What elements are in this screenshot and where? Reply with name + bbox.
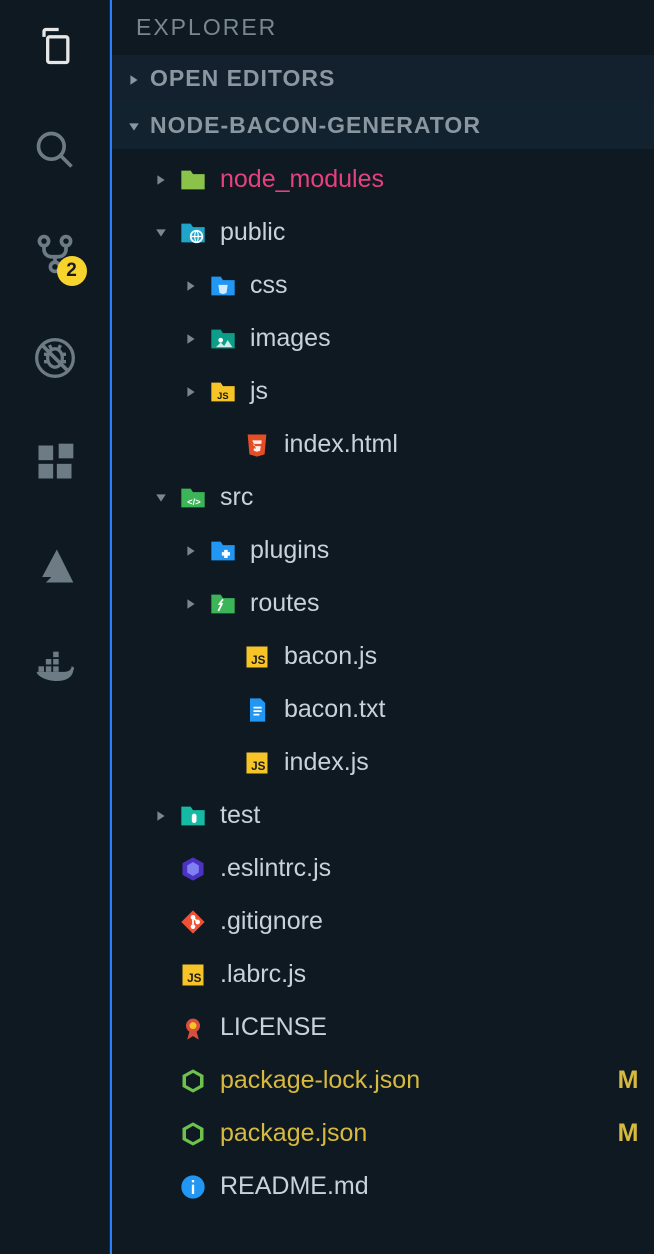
open-editors-label: OPEN EDITORS xyxy=(150,65,335,92)
chevron-right-icon xyxy=(182,545,200,557)
tree-label: index.html xyxy=(284,430,642,459)
tree-label: LICENSE xyxy=(220,1013,642,1042)
svg-text:JS: JS xyxy=(217,391,228,401)
tree-folder-public[interactable]: public xyxy=(112,206,654,259)
tree-label: test xyxy=(220,801,642,830)
txt-file-icon xyxy=(242,695,272,725)
chevron-down-icon xyxy=(152,227,170,239)
search-activity-icon[interactable] xyxy=(27,122,83,178)
folder-images-icon xyxy=(208,324,238,354)
chevron-down-icon xyxy=(128,112,140,139)
tree-label: bacon.txt xyxy=(284,695,642,724)
tree-folder-css[interactable]: css xyxy=(112,259,654,312)
tree-folder-images[interactable]: images xyxy=(112,312,654,365)
tree-label: public xyxy=(220,218,642,247)
tree-folder-test[interactable]: test xyxy=(112,789,654,842)
tree-label: .gitignore xyxy=(220,907,642,936)
tree-label: images xyxy=(250,324,642,353)
project-label: NODE-BACON-GENERATOR xyxy=(150,112,481,139)
git-status-modified: M xyxy=(614,1119,642,1148)
project-section[interactable]: NODE-BACON-GENERATOR xyxy=(112,102,654,149)
tree-file-readme[interactable]: README.md xyxy=(112,1160,654,1213)
tree-file-bacon-js[interactable]: JS bacon.js xyxy=(112,630,654,683)
tree-file-labrc[interactable]: JS .labrc.js xyxy=(112,948,654,1001)
tree-label: .eslintrc.js xyxy=(220,854,642,883)
tree-file-license[interactable]: LICENSE xyxy=(112,1001,654,1054)
svg-text:JS: JS xyxy=(251,760,265,773)
tree-file-package-lock[interactable]: package-lock.json M xyxy=(112,1054,654,1107)
js-file-icon: JS xyxy=(178,960,208,990)
tree-label: js xyxy=(250,377,642,406)
chevron-right-icon xyxy=(182,598,200,610)
tree-label: bacon.js xyxy=(284,642,642,671)
chevron-right-icon xyxy=(182,333,200,345)
js-file-icon: JS xyxy=(242,748,272,778)
tree-folder-src[interactable]: </> src xyxy=(112,471,654,524)
activity-bar: 2 xyxy=(0,0,110,1254)
folder-routes-icon xyxy=(208,589,238,619)
git-file-icon xyxy=(178,907,208,937)
chevron-down-icon xyxy=(152,492,170,504)
tree-label: css xyxy=(250,271,642,300)
debug-activity-icon[interactable] xyxy=(27,330,83,386)
open-editors-section[interactable]: OPEN EDITORS xyxy=(112,55,654,102)
docker-activity-icon[interactable] xyxy=(27,642,83,698)
tree-file-index-js[interactable]: JS index.js xyxy=(112,736,654,789)
svg-text:JS: JS xyxy=(187,972,201,985)
chevron-right-icon xyxy=(182,280,200,292)
tree-file-index-html[interactable]: index.html xyxy=(112,418,654,471)
svg-text:JS: JS xyxy=(251,654,265,667)
readme-file-icon xyxy=(178,1172,208,1202)
tree-folder-js[interactable]: JS js xyxy=(112,365,654,418)
svg-text:</>: </> xyxy=(187,497,201,507)
tree-label: routes xyxy=(250,589,642,618)
file-tree: node_modules public css images JS js ind… xyxy=(112,149,654,1213)
tree-label: README.md xyxy=(220,1172,642,1201)
tree-folder-node-modules[interactable]: node_modules xyxy=(112,153,654,206)
html-file-icon xyxy=(242,430,272,460)
eslint-file-icon xyxy=(178,854,208,884)
chevron-right-icon xyxy=(128,65,140,92)
nodejs-file-icon xyxy=(178,1119,208,1149)
tree-file-package-json[interactable]: package.json M xyxy=(112,1107,654,1160)
chevron-right-icon xyxy=(182,386,200,398)
tree-label: .labrc.js xyxy=(220,960,642,989)
tree-file-bacon-txt[interactable]: bacon.txt xyxy=(112,683,654,736)
source-control-activity-icon[interactable]: 2 xyxy=(27,226,83,282)
tree-folder-routes[interactable]: routes xyxy=(112,577,654,630)
sidebar-title: EXPLORER xyxy=(112,0,654,55)
tree-file-eslintrc[interactable]: .eslintrc.js xyxy=(112,842,654,895)
folder-icon xyxy=(178,165,208,195)
tree-label: package.json xyxy=(220,1119,614,1148)
folder-test-icon xyxy=(178,801,208,831)
explorer-sidebar: EXPLORER OPEN EDITORS NODE-BACON-GENERAT… xyxy=(110,0,654,1254)
folder-src-icon: </> xyxy=(178,483,208,513)
git-status-modified: M xyxy=(614,1066,642,1095)
tree-label: plugins xyxy=(250,536,642,565)
tree-label: node_modules xyxy=(220,165,642,194)
folder-plugins-icon xyxy=(208,536,238,566)
folder-public-icon xyxy=(178,218,208,248)
tree-label: index.js xyxy=(284,748,642,777)
folder-css-icon xyxy=(208,271,238,301)
tree-folder-plugins[interactable]: plugins xyxy=(112,524,654,577)
tree-label: src xyxy=(220,483,642,512)
license-file-icon xyxy=(178,1013,208,1043)
chevron-right-icon xyxy=(152,810,170,822)
folder-js-icon: JS xyxy=(208,377,238,407)
tree-label: package-lock.json xyxy=(220,1066,614,1095)
nodejs-file-icon xyxy=(178,1066,208,1096)
tree-file-gitignore[interactable]: .gitignore xyxy=(112,895,654,948)
scm-badge: 2 xyxy=(57,256,87,286)
explorer-activity-icon[interactable] xyxy=(27,18,83,74)
js-file-icon: JS xyxy=(242,642,272,672)
extensions-activity-icon[interactable] xyxy=(27,434,83,490)
chevron-right-icon xyxy=(152,174,170,186)
azure-activity-icon[interactable] xyxy=(27,538,83,594)
